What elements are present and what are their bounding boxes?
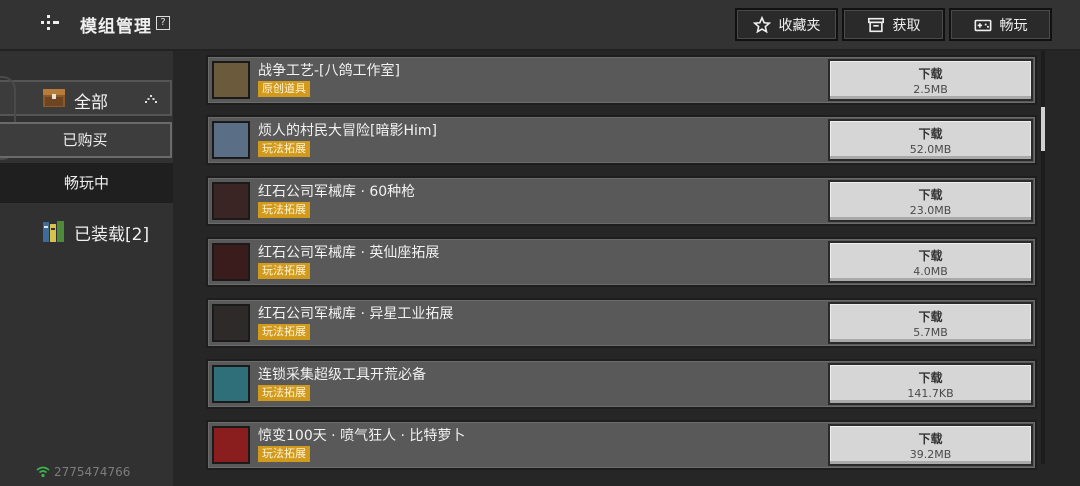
download-button[interactable]: 下载 5.7MB xyxy=(828,302,1033,344)
download-size: 52.0MB xyxy=(909,143,952,156)
mod-row[interactable]: 连锁采集超级工具开荒必备 玩法拓展 下载 141.7KB xyxy=(206,359,1037,409)
mod-thumbnail xyxy=(212,426,250,464)
user-id-text: 2775474766 xyxy=(54,465,131,479)
user-id: 2775474766 xyxy=(36,465,130,479)
download-size: 141.7KB xyxy=(907,387,954,400)
chest-icon xyxy=(43,89,65,107)
mod-list[interactable]: 战争工艺-[八鸽工作室] 原创道具 下载 2.5MB 烦人的村民大冒险[暗影Hi… xyxy=(173,51,1080,486)
sidebar-item-purchased[interactable]: 已购买 xyxy=(0,122,172,158)
mod-tag: 玩法拓展 xyxy=(258,263,310,279)
mod-name: 惊变100天 · 喷气狂人 · 比特萝卜 xyxy=(258,428,466,444)
get-label: 获取 xyxy=(892,17,921,34)
mod-row[interactable]: 红石公司军械库 · 60种枪 玩法拓展 下载 23.0MB xyxy=(206,176,1037,226)
books-icon xyxy=(43,221,64,242)
play-button[interactable]: 畅玩 xyxy=(949,8,1052,41)
sidebar-item-all[interactable]: 全部 xyxy=(0,76,172,160)
mod-row[interactable]: 战争工艺-[八鸽工作室] 原创道具 下载 2.5MB xyxy=(206,55,1037,105)
sidebar-item-installed[interactable]: 已装载[2] xyxy=(42,219,149,245)
download-label: 下载 xyxy=(918,249,943,263)
mod-thumbnail xyxy=(212,304,250,342)
download-size: 23.0MB xyxy=(909,204,952,217)
favorites-label: 收藏夹 xyxy=(778,17,821,34)
mod-name: 红石公司军械库 · 60种枪 xyxy=(258,184,416,200)
mod-row[interactable]: 惊变100天 · 喷气狂人 · 比特萝卜 玩法拓展 下载 39.2MB xyxy=(206,420,1037,470)
sidebar-item-playing[interactable]: 畅玩中 xyxy=(0,163,173,203)
mod-tag: 玩法拓展 xyxy=(258,446,310,462)
top-bar: 模组管理 ? 收藏夹 获取 畅玩 xyxy=(0,0,1080,51)
download-button[interactable]: 下载 4.0MB xyxy=(828,241,1033,283)
mod-row[interactable]: 红石公司军械库 · 英仙座拓展 玩法拓展 下载 4.0MB xyxy=(206,237,1037,287)
wifi-icon xyxy=(36,466,50,478)
mod-tag: 原创道具 xyxy=(258,81,310,97)
mod-name: 连锁采集超级工具开荒必备 xyxy=(258,367,426,383)
sidebar-item-all-label: 全部 xyxy=(74,93,108,113)
gamepad-icon xyxy=(974,19,991,31)
download-button[interactable]: 下载 52.0MB xyxy=(828,119,1033,161)
mod-name: 战争工艺-[八鸽工作室] xyxy=(258,63,400,79)
download-size: 2.5MB xyxy=(913,83,948,96)
mod-tag: 玩法拓展 xyxy=(258,202,310,218)
mod-thumbnail xyxy=(212,365,250,403)
sidebar: 全部 已购买 畅玩中 已装载[2] 2775474766 xyxy=(0,51,173,486)
download-size: 4.0MB xyxy=(913,265,948,278)
box-icon xyxy=(867,17,884,32)
mod-tag: 玩法拓展 xyxy=(258,141,310,157)
mod-tag: 玩法拓展 xyxy=(258,324,310,340)
download-label: 下载 xyxy=(918,432,943,446)
download-label: 下载 xyxy=(918,310,943,324)
mod-row[interactable]: 烦人的村民大冒险[暗影Him] 玩法拓展 下载 52.0MB xyxy=(206,115,1037,165)
mod-name: 烦人的村民大冒险[暗影Him] xyxy=(258,123,437,139)
mod-thumbnail xyxy=(212,243,250,281)
back-icon[interactable] xyxy=(38,12,62,36)
download-label: 下载 xyxy=(918,188,943,202)
scrollbar-thumb[interactable] xyxy=(1041,107,1045,151)
mod-name: 红石公司军械库 · 异星工业拓展 xyxy=(258,306,454,322)
mod-thumbnail xyxy=(212,182,250,220)
mod-thumbnail xyxy=(212,121,250,159)
download-size: 39.2MB xyxy=(909,448,952,461)
get-button[interactable]: 获取 xyxy=(842,8,945,41)
download-label: 下载 xyxy=(918,67,943,81)
help-icon[interactable]: ? xyxy=(156,16,170,30)
play-label: 畅玩 xyxy=(999,17,1028,34)
favorites-button[interactable]: 收藏夹 xyxy=(735,8,838,41)
download-button[interactable]: 下载 141.7KB xyxy=(828,363,1033,405)
download-size: 5.7MB xyxy=(913,326,948,339)
mod-thumbnail xyxy=(212,61,250,99)
star-icon xyxy=(752,15,771,33)
download-button[interactable]: 下载 39.2MB xyxy=(828,424,1033,466)
download-button[interactable]: 下载 23.0MB xyxy=(828,180,1033,222)
mod-row[interactable]: 红石公司军械库 · 异星工业拓展 玩法拓展 下载 5.7MB xyxy=(206,298,1037,348)
page-title: 模组管理 xyxy=(80,17,152,37)
mod-tag: 玩法拓展 xyxy=(258,385,310,401)
mod-name: 红石公司军械库 · 英仙座拓展 xyxy=(258,245,440,261)
chevron-up-icon[interactable] xyxy=(144,94,158,104)
download-button[interactable]: 下载 2.5MB xyxy=(828,59,1033,101)
download-label: 下载 xyxy=(918,127,943,141)
sidebar-item-installed-label: 已装载[2] xyxy=(74,224,150,245)
download-label: 下载 xyxy=(918,371,943,385)
